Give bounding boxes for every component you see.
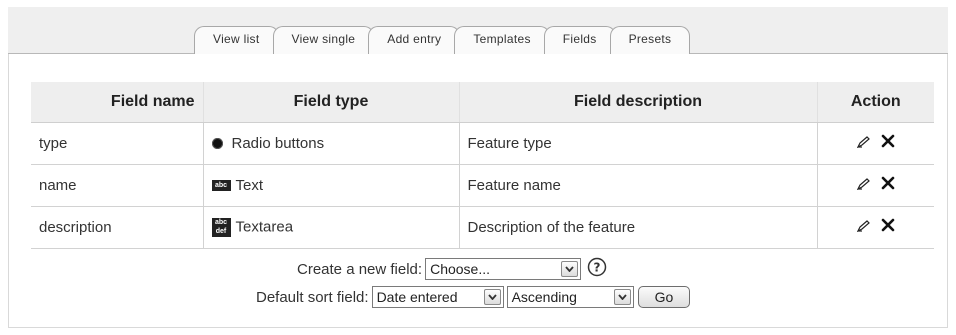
tab-view-single[interactable]: View single <box>272 26 375 54</box>
edit-icon[interactable] <box>856 219 871 236</box>
table-row: name abc Text Feature name <box>31 164 934 207</box>
default-sort-row: Default sort field: Date entered Ascendi… <box>256 286 691 308</box>
create-field-label: Create a new field: <box>297 260 423 278</box>
action-cell <box>816 164 934 207</box>
tab-presets[interactable]: Presets <box>609 26 691 54</box>
delete-icon[interactable] <box>881 134 895 152</box>
tab-view-list[interactable]: View list <box>194 26 279 54</box>
header-field-description: Field description <box>458 82 817 123</box>
tab-bar: View list View single Add entry Template… <box>8 7 948 54</box>
field-type-label: Text <box>235 176 264 194</box>
delete-icon[interactable] <box>881 176 895 194</box>
field-type-cell: abc Text <box>202 164 459 207</box>
field-type-cell: abc def Textarea <box>202 206 459 249</box>
header-field-name: Field name <box>31 82 203 123</box>
text-field-icon: abc <box>211 180 231 192</box>
table-row: description abc def Textarea Description o… <box>31 206 934 249</box>
tab-templates[interactable]: Templates <box>454 26 550 54</box>
create-field-selected: Choose... <box>430 261 491 277</box>
chevron-down-icon <box>561 261 579 277</box>
sort-field-select[interactable]: Date entered <box>371 286 504 308</box>
tab-list: View list View single Add entry Template… <box>194 26 691 54</box>
create-field-select[interactable]: Choose... <box>425 258 582 280</box>
sort-order-select[interactable]: Ascending <box>506 286 634 308</box>
radio-button-icon <box>211 138 223 150</box>
field-name-cell: name <box>31 164 203 207</box>
edit-icon[interactable] <box>856 177 871 194</box>
header-action: Action <box>816 82 934 123</box>
create-field-row: Create a new field: Choose... ? <box>297 257 607 281</box>
field-type-label: Radio buttons <box>231 134 325 152</box>
field-description-cell: Feature type <box>458 122 817 165</box>
field-type-cell: Radio buttons <box>202 122 459 165</box>
field-name-cell: description <box>31 206 203 249</box>
table-header-row: Field name Field type Field description … <box>31 82 934 123</box>
action-cell <box>816 122 934 165</box>
header-field-type: Field type <box>202 82 459 123</box>
tab-add-entry[interactable]: Add entry <box>368 26 461 54</box>
textarea-icon: abc def <box>211 217 231 237</box>
field-type-label: Textarea <box>235 217 294 235</box>
fields-table: Field name Field type Field description … <box>31 82 934 249</box>
table-row: type Radio buttons Feature type <box>31 122 934 165</box>
field-name-cell: type <box>31 122 203 165</box>
go-button[interactable]: Go <box>637 286 691 308</box>
help-icon[interactable]: ? <box>587 257 607 281</box>
svg-text:?: ? <box>594 261 601 275</box>
sort-field-selected: Date entered <box>376 289 458 305</box>
edit-icon[interactable] <box>856 135 871 152</box>
action-cell <box>816 206 934 249</box>
sort-order-selected: Ascending <box>511 289 577 305</box>
chevron-down-icon <box>613 289 631 305</box>
tab-fields[interactable]: Fields <box>543 26 616 54</box>
field-description-cell: Description of the feature <box>458 206 817 249</box>
field-description-cell: Feature name <box>458 164 817 207</box>
default-sort-label: Default sort field: <box>256 288 369 306</box>
chevron-down-icon <box>483 289 501 305</box>
delete-icon[interactable] <box>881 218 895 236</box>
